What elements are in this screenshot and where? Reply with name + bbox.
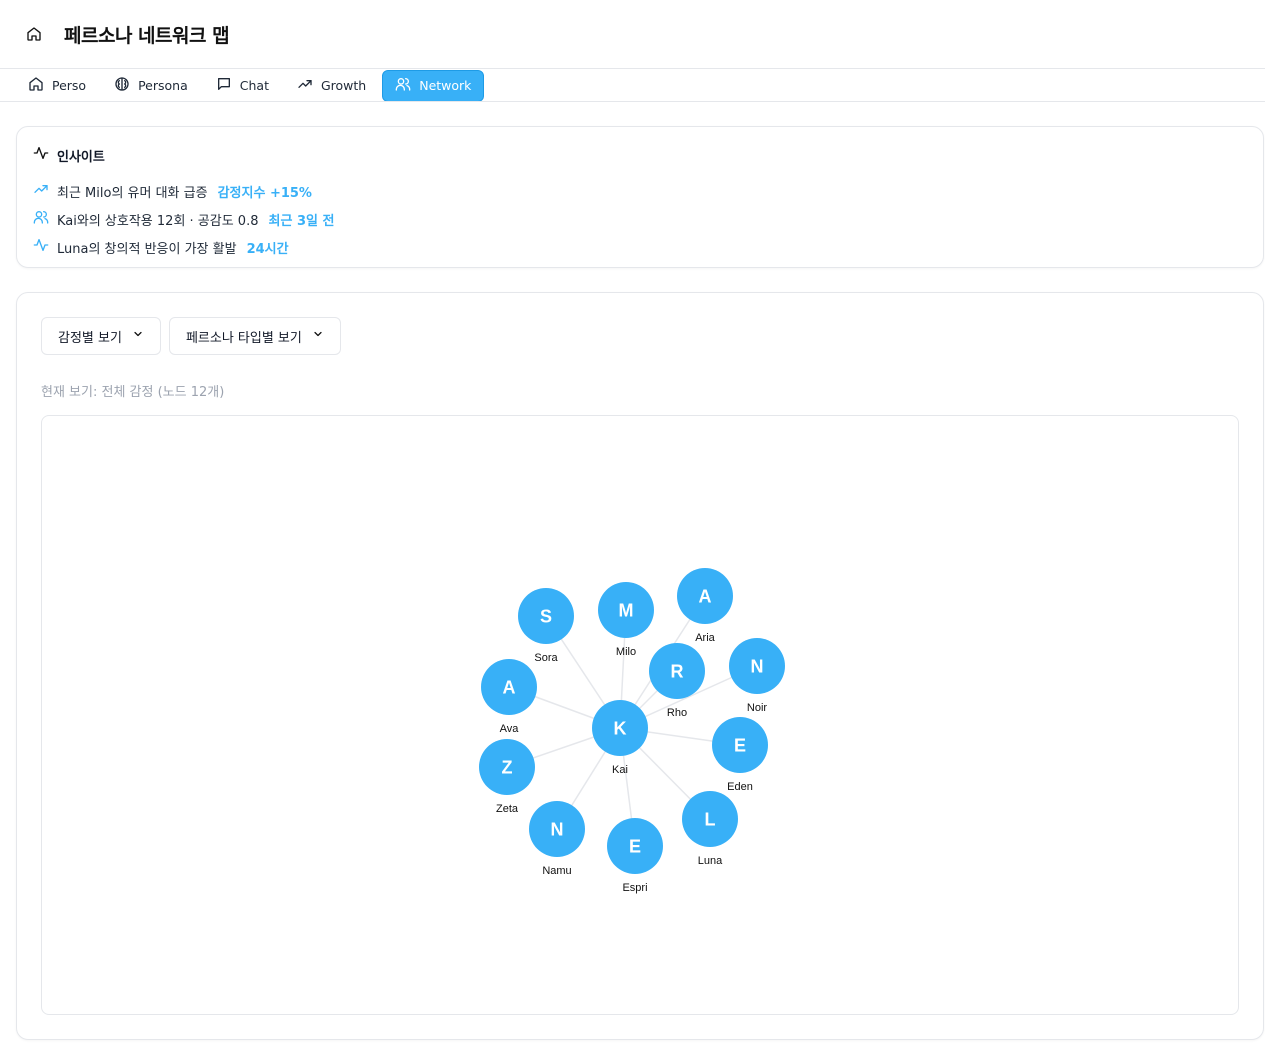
tab-persona[interactable]: Persona <box>102 70 200 102</box>
activity-icon <box>33 145 49 165</box>
insight-text: Kai와의 상호작용 12회 · 공감도 0.8 <box>57 213 259 229</box>
tabs-divider <box>0 101 1265 102</box>
node-label: Milo <box>616 646 636 658</box>
node-sora[interactable]: S Sora <box>518 588 574 664</box>
users-icon <box>33 209 49 229</box>
message-icon <box>216 76 232 95</box>
insight-text: Luna의 창의적 반응이 가장 활발 <box>57 241 237 257</box>
view-controls: 감정별 보기 페르소나 타입별 보기 <box>41 317 1239 355</box>
insight-highlight: 24시간 <box>246 241 289 257</box>
node-eden[interactable]: E Eden <box>712 717 768 793</box>
node-letter: M <box>619 601 634 621</box>
emotion-view-dropdown[interactable]: 감정별 보기 <box>41 317 161 355</box>
page-header: 페르소나 네트워크 맵 <box>0 0 1265 69</box>
node-aria[interactable]: A Aria <box>677 568 733 644</box>
node-label: Luna <box>698 855 723 867</box>
insight-row: Luna의 창의적 반응이 가장 활발 24시간 <box>33 233 1247 261</box>
node-letter: E <box>629 837 641 857</box>
tab-growth[interactable]: Growth <box>285 70 378 102</box>
node-luna[interactable]: L Luna <box>682 791 738 867</box>
tab-label: Perso <box>52 78 87 93</box>
insight-text: 최근 Milo의 유머 대화 급증 <box>57 185 208 201</box>
node-letter: S <box>540 607 552 627</box>
persona-type-dropdown[interactable]: 페르소나 타입별 보기 <box>168 317 341 355</box>
node-label: Sora <box>534 652 558 664</box>
node-label: Kai <box>612 764 628 776</box>
node-letter: N <box>551 820 564 840</box>
brain-icon <box>114 76 130 95</box>
trending-up-icon <box>33 181 49 201</box>
home-icon <box>28 76 44 95</box>
node-letter: N <box>751 657 764 677</box>
insight-header: 인사이트 <box>33 145 1247 165</box>
dropdown-label: 감정별 보기 <box>58 330 122 346</box>
page-title: 페르소나 네트워크 맵 <box>64 24 230 47</box>
node-namu[interactable]: N Namu <box>529 801 585 877</box>
tab-perso[interactable]: Perso <box>16 70 98 102</box>
node-label: Espri <box>622 882 647 894</box>
chevron-down-icon <box>312 328 324 344</box>
node-label: Zeta <box>496 803 519 815</box>
insight-card: 인사이트 최근 Milo의 유머 대화 급증 감정지수 +15% Kai와의 상… <box>16 126 1264 268</box>
node-label: Aria <box>695 632 715 644</box>
node-letter: E <box>734 736 746 756</box>
node-letter: Z <box>502 758 513 778</box>
chevron-down-icon <box>132 328 144 344</box>
activity-icon <box>33 237 49 257</box>
home-icon[interactable] <box>24 24 44 44</box>
insight-title: 인사이트 <box>57 149 105 165</box>
network-card: 감정별 보기 페르소나 타입별 보기 현재 보기: 전체 감정 (노드 12개)… <box>16 292 1264 1040</box>
tab-chat[interactable]: Chat <box>204 70 281 102</box>
node-letter: R <box>671 662 684 682</box>
current-view-caption: 현재 보기: 전체 감정 (노드 12개) <box>41 385 225 400</box>
tab-label: Growth <box>320 78 367 93</box>
tab-label: Persona <box>138 78 188 93</box>
node-letter: L <box>705 810 716 830</box>
insight-row: 최근 Milo의 유머 대화 급증 감정지수 +15% <box>33 177 1247 205</box>
tab-bar: Perso Persona Chat Growth Network <box>16 69 488 102</box>
node-ava[interactable]: A Ava <box>481 659 537 735</box>
node-noir[interactable]: N Noir <box>729 638 785 714</box>
insight-highlight: 감정지수 +15% <box>217 185 312 201</box>
users-icon <box>395 76 411 95</box>
node-kai[interactable]: K Kai <box>592 700 648 776</box>
network-canvas[interactable]: S Sora M Milo A Aria R Rho N Noir A Ava E Eden Z Zeta L L… <box>41 415 1239 1015</box>
node-label: Namu <box>542 865 571 877</box>
insight-highlight: 최근 3일 전 <box>268 213 335 229</box>
node-rho[interactable]: R Rho <box>649 643 705 719</box>
trending-up-icon <box>297 76 313 95</box>
node-letter: A <box>699 587 712 607</box>
node-label: Eden <box>727 781 753 793</box>
insight-row: Kai와의 상호작용 12회 · 공감도 0.8 최근 3일 전 <box>33 205 1247 233</box>
node-espri[interactable]: E Espri <box>607 818 663 894</box>
node-label: Noir <box>747 702 768 714</box>
node-letter: A <box>503 678 516 698</box>
node-label: Rho <box>667 707 687 719</box>
tab-label: Chat <box>239 78 269 93</box>
dropdown-label: 페르소나 타입별 보기 <box>185 330 302 346</box>
node-label: Ava <box>500 723 520 735</box>
node-milo[interactable]: M Milo <box>598 582 654 658</box>
node-letter: K <box>614 719 627 739</box>
tab-label: Network <box>419 78 472 93</box>
network-graph[interactable]: SSoraMMiloAAriaRRhoNNoirAAvaEEdenZZetaLL… <box>42 416 1239 1015</box>
node-zeta[interactable]: Z Zeta <box>479 739 535 815</box>
tab-network[interactable]: Network <box>382 69 485 102</box>
